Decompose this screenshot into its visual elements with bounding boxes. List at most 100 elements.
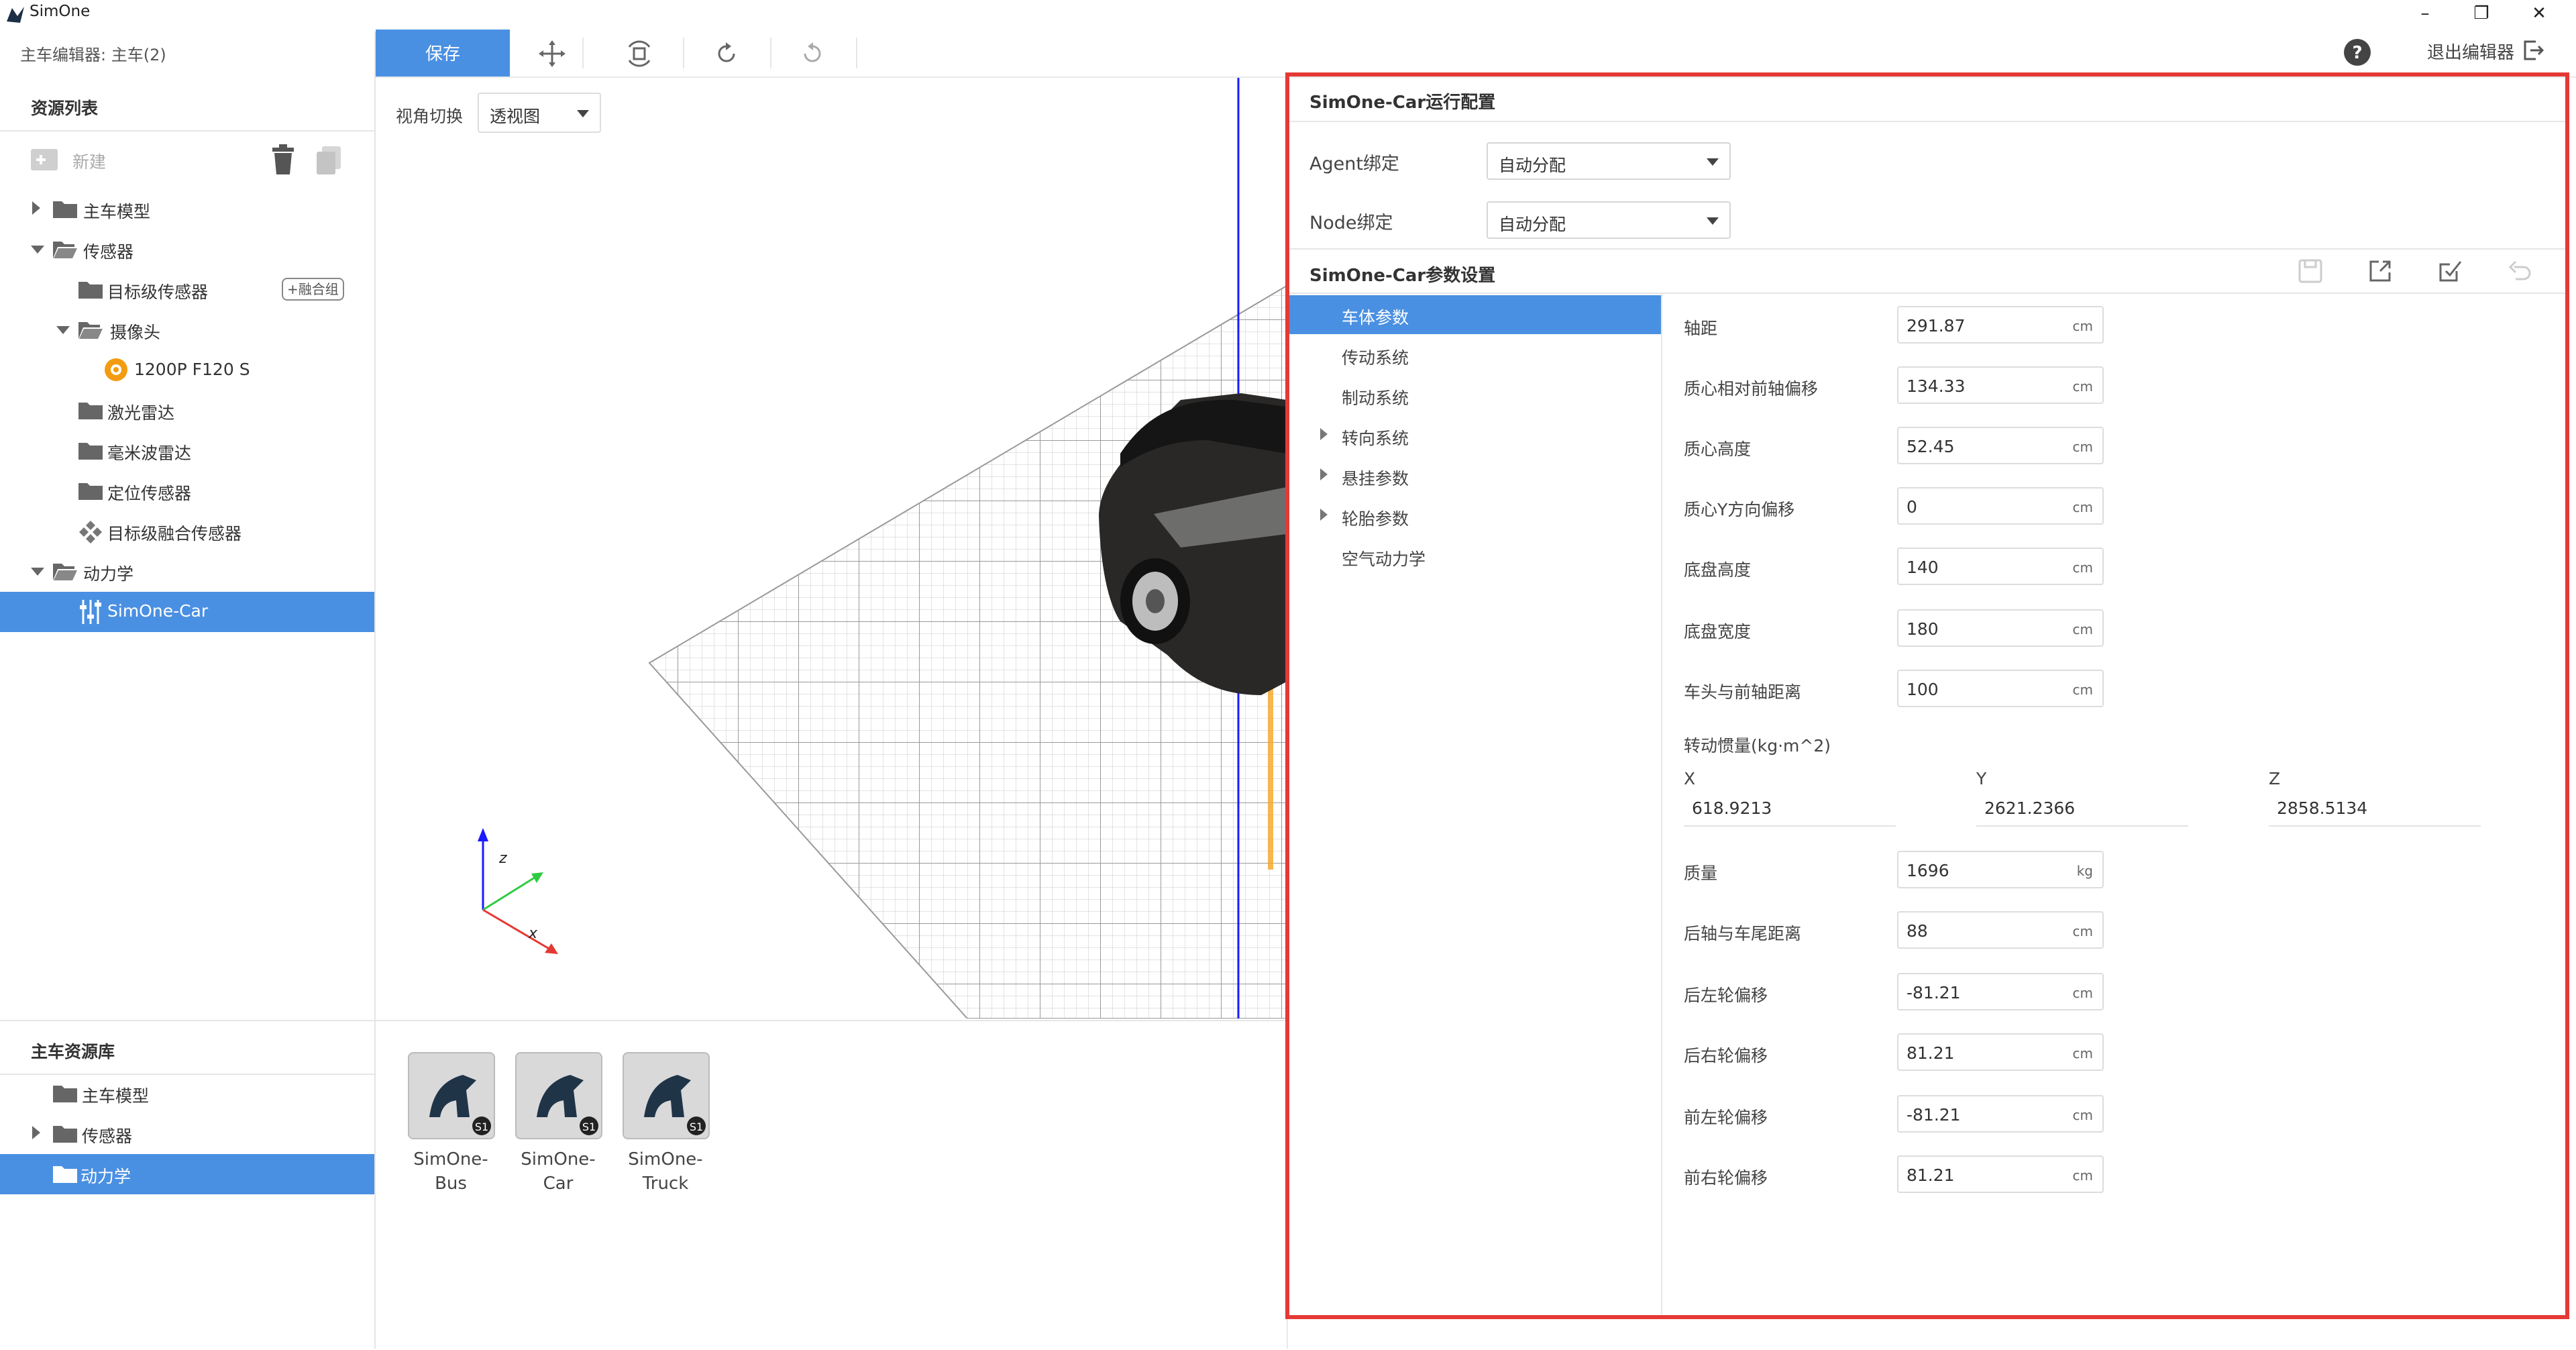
cog-front-offset-input[interactable]: 134.33 cm <box>1897 366 2104 404</box>
inertia-z-input[interactable]: 2858.5134 <box>2277 798 2367 818</box>
help-icon[interactable]: ? <box>2343 38 2372 67</box>
tree-item-label: 定位传感器 <box>107 484 192 503</box>
category-tires[interactable]: 轮胎参数 <box>1289 497 1661 535</box>
category-drivetrain[interactable]: 传动系统 <box>1289 335 1661 374</box>
category-steering[interactable]: 转向系统 <box>1289 416 1661 455</box>
node-binding-select[interactable]: 自动分配 <box>1487 201 1731 239</box>
expand-arrow-icon[interactable] <box>32 201 40 215</box>
library-item-dynamics[interactable]: 动力学 <box>0 1154 374 1194</box>
param-value: 291.87 <box>1907 316 1966 335</box>
tree-item-dynamics[interactable]: 动力学 <box>0 552 374 592</box>
rotate-view-icon[interactable] <box>609 35 669 72</box>
new-folder-icon[interactable] <box>30 145 62 174</box>
expand-arrow-icon[interactable] <box>1320 509 1328 521</box>
chassis-width-input[interactable]: 180 cm <box>1897 609 2104 647</box>
collapse-arrow-icon[interactable] <box>31 568 44 576</box>
close-button[interactable]: ✕ <box>2509 0 2569 30</box>
category-label: 转向系统 <box>1342 429 1409 448</box>
tree-item-mmwave-radar[interactable]: 毫米波雷达 <box>0 431 374 471</box>
save-button[interactable]: 保存 <box>376 30 510 76</box>
export-icon[interactable] <box>2367 258 2394 284</box>
section-divider <box>1289 248 2567 250</box>
svg-text:S1: S1 <box>475 1121 488 1133</box>
3d-viewport[interactable]: z x <box>376 78 1287 1019</box>
save-disabled-icon[interactable] <box>2297 258 2324 284</box>
svg-text:?: ? <box>2352 43 2362 63</box>
category-label: 悬挂参数 <box>1342 469 1409 488</box>
view-switch-label: 视角切换 <box>396 107 464 126</box>
front-right-wheel-offset-input[interactable]: 81.21 cm <box>1897 1155 2104 1193</box>
copy-icon[interactable] <box>314 144 343 176</box>
library-card-truck[interactable]: S1 <box>623 1052 710 1139</box>
inertia-x-input[interactable]: 618.9213 <box>1692 798 1772 818</box>
folder-icon <box>78 443 103 460</box>
maximize-button[interactable]: ❐ <box>2451 0 2512 30</box>
tree-item-label: 摄像头 <box>110 323 161 342</box>
tree-item-camera-1200p[interactable]: 1200P F120 S <box>0 350 374 391</box>
category-braking[interactable]: 制动系统 <box>1289 376 1661 415</box>
car-library-header: 主车资源库 <box>0 1020 374 1075</box>
expand-arrow-icon[interactable] <box>32 1126 40 1139</box>
rear-overhang-input[interactable]: 88 cm <box>1897 911 2104 949</box>
camera-icon <box>105 358 127 381</box>
tree-item-label: 1200P F120 S <box>134 360 250 379</box>
tree-item-label: 毫米波雷达 <box>107 444 192 463</box>
tree-item-label: 主车模型 <box>83 202 151 221</box>
chevron-down-icon[interactable] <box>577 110 589 117</box>
move-icon[interactable] <box>522 35 582 72</box>
tree-item-target-sensor[interactable]: 目标级传感器 +融合组 <box>0 270 374 310</box>
exit-icon[interactable] <box>2522 39 2545 62</box>
reset-icon[interactable] <box>782 35 843 72</box>
param-unit: cm <box>2072 439 2093 455</box>
library-card-bus[interactable]: S1 <box>408 1052 495 1139</box>
fusion-group-tag[interactable]: +融合组 <box>282 278 344 301</box>
agent-binding-select[interactable]: 自动分配 <box>1487 142 1731 180</box>
inertia-label: 转动惯量(kg·m^2) <box>1684 736 1831 756</box>
category-suspension[interactable]: 悬挂参数 <box>1289 456 1661 495</box>
rear-left-wheel-offset-input[interactable]: -81.21 cm <box>1897 973 2104 1010</box>
library-item-main-car-model[interactable]: 主车模型 <box>0 1074 374 1114</box>
category-label: 空气动力学 <box>1342 550 1426 569</box>
cog-y-offset-input[interactable]: 0 cm <box>1897 487 2104 525</box>
minimize-button[interactable]: – <box>2395 0 2455 30</box>
param-label: 轴距 <box>1684 319 1718 338</box>
front-overhang-input[interactable]: 100 cm <box>1897 670 2104 707</box>
param-unit: kg <box>2076 863 2093 879</box>
collapse-arrow-icon[interactable] <box>56 326 70 334</box>
tree-item-sensors[interactable]: 传感器 <box>0 229 374 270</box>
rear-right-wheel-offset-input[interactable]: 81.21 cm <box>1897 1033 2104 1071</box>
exit-editor-button[interactable]: 退出编辑器 <box>2427 39 2514 64</box>
expand-arrow-icon[interactable] <box>1320 468 1328 480</box>
app-title: SimOne <box>30 3 91 20</box>
param-value: 0 <box>1907 497 1917 517</box>
simone-logo-icon <box>7 7 24 23</box>
refresh-icon[interactable] <box>696 35 757 72</box>
param-value: -81.21 <box>1907 983 1961 1002</box>
wheelbase-input[interactable]: 291.87 cm <box>1897 306 2104 344</box>
category-label: 车体参数 <box>1342 308 1409 327</box>
tree-item-simone-car[interactable]: SimOne-Car <box>0 592 374 632</box>
apply-icon[interactable] <box>2436 258 2463 284</box>
tree-item-fusion-sensor[interactable]: 目标级融合传感器 <box>0 511 374 552</box>
category-body-params[interactable]: 车体参数 <box>1289 295 1661 334</box>
undo-disabled-icon[interactable] <box>2506 258 2533 284</box>
tree-item-main-car-model[interactable]: 主车模型 <box>0 189 374 229</box>
category-aerodynamics[interactable]: 空气动力学 <box>1289 537 1661 576</box>
cog-height-input[interactable]: 52.45 cm <box>1897 427 2104 464</box>
front-left-wheel-offset-input[interactable]: -81.21 cm <box>1897 1095 2104 1133</box>
collapse-arrow-icon[interactable] <box>31 246 44 254</box>
library-item-sensors[interactable]: 传感器 <box>0 1114 374 1154</box>
vehicle-model-icon: S1 <box>644 1075 706 1135</box>
new-button[interactable]: 新建 <box>72 149 106 173</box>
library-card-label: SimOne- Car <box>521 1149 596 1194</box>
3d-scene[interactable]: z x <box>376 78 1287 1019</box>
chassis-height-input[interactable]: 140 cm <box>1897 548 2104 585</box>
trash-icon[interactable] <box>268 144 298 176</box>
library-card-car[interactable]: S1 <box>515 1052 602 1139</box>
mass-input[interactable]: 1696 kg <box>1897 851 2104 888</box>
tree-item-positioning-sensor[interactable]: 定位传感器 <box>0 471 374 511</box>
inertia-y-input[interactable]: 2621.2366 <box>1984 798 2075 818</box>
tree-item-lidar[interactable]: 激光雷达 <box>0 391 374 431</box>
tree-item-camera[interactable]: 摄像头 <box>0 310 374 350</box>
expand-arrow-icon[interactable] <box>1320 428 1328 440</box>
